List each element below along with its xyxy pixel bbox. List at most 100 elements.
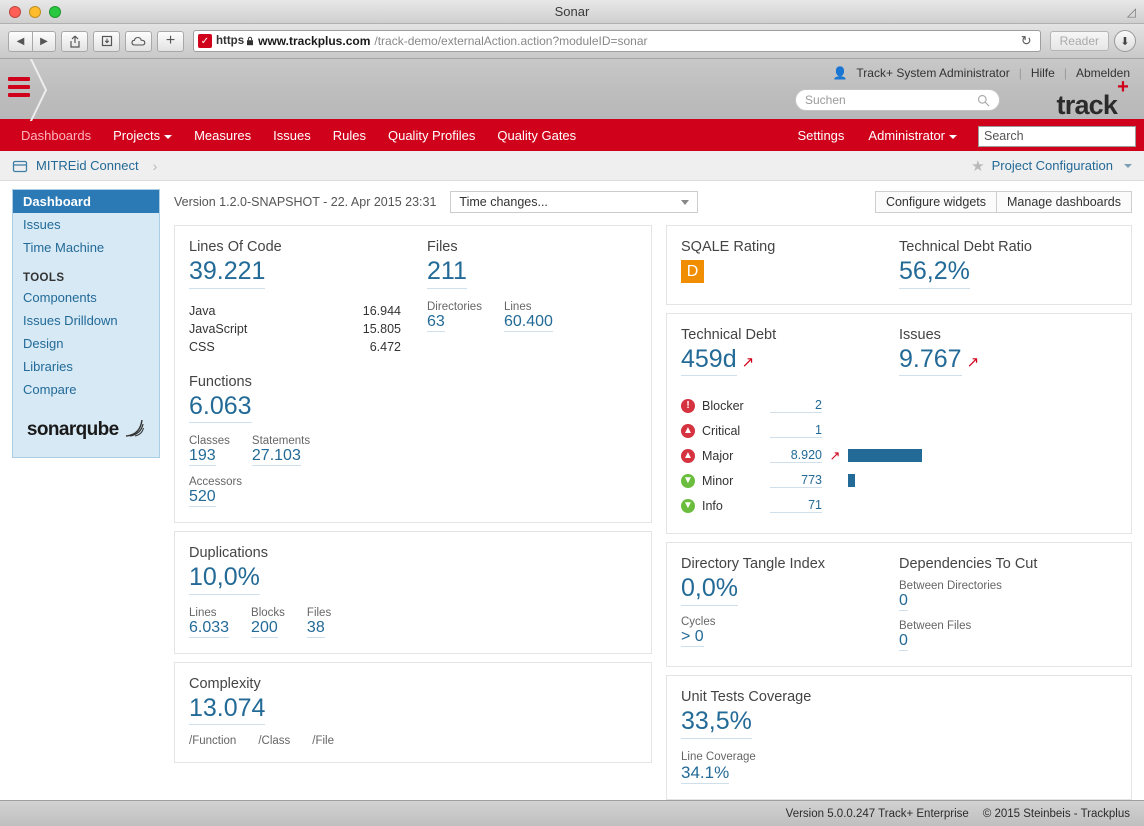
sqale-rating-badge[interactable]: D: [681, 260, 704, 283]
chevron-down-icon[interactable]: [1124, 164, 1132, 168]
sidebar-item-components[interactable]: Components: [13, 286, 159, 309]
ssl-check-icon: ✓: [198, 34, 212, 48]
complexity-value[interactable]: 13.074: [189, 694, 265, 726]
severity-count[interactable]: 8.920: [770, 448, 822, 463]
widget-duplications: Duplications 10,0% Lines 6.033 Blocks 20…: [174, 531, 652, 654]
cycles-value[interactable]: > 0: [681, 628, 704, 647]
address-bar[interactable]: ✓ https www.trackplus.com/track-demo/ext…: [193, 30, 1041, 52]
statements-value[interactable]: 27.103: [252, 447, 301, 466]
status-version: Version 5.0.0.247 Track+ Enterprise: [786, 808, 969, 820]
sonarqube-logo: sonarqube: [13, 401, 159, 445]
icloud-tabs-icon[interactable]: [125, 31, 152, 52]
reader-button[interactable]: Reader: [1050, 31, 1109, 51]
nav-item-administrator[interactable]: Administrator: [857, 121, 968, 151]
unit-tests-coverage-value[interactable]: 33,5%: [681, 707, 752, 739]
time-changes-select[interactable]: Time changes...: [450, 191, 698, 213]
technical-debt-ratio-value[interactable]: 56,2%: [899, 257, 970, 289]
complexity-per-file-label: /File: [312, 735, 334, 747]
person-icon: 👤: [832, 66, 847, 80]
lines-of-code-value[interactable]: 39.221: [189, 257, 265, 289]
nav-item-projects[interactable]: Projects: [102, 121, 183, 151]
line-coverage-value[interactable]: 34.1%: [681, 763, 729, 784]
reading-list-icon[interactable]: [93, 31, 120, 52]
between-files-value[interactable]: 0: [899, 632, 908, 651]
trackplus-search-input[interactable]: [805, 93, 977, 107]
functions-value[interactable]: 6.063: [189, 392, 252, 424]
severity-count[interactable]: 71: [770, 498, 822, 513]
sonar-search-box[interactable]: [978, 126, 1136, 147]
functions-sub-metrics: Classes 193 Statements 27.103: [189, 435, 637, 466]
sidebar-item-design[interactable]: Design: [13, 332, 159, 355]
share-icon[interactable]: [61, 31, 88, 52]
url-host: www.trackplus.com: [258, 34, 370, 48]
fullscreen-icon[interactable]: ◿: [1127, 5, 1136, 19]
sidebar-item-libraries[interactable]: Libraries: [13, 355, 159, 378]
trackplus-search-box[interactable]: [795, 89, 1000, 111]
minor-icon: ▼: [681, 474, 695, 488]
between-directories-value[interactable]: 0: [899, 592, 908, 611]
classes-label: Classes: [189, 435, 230, 447]
nav-item-projects-label: Projects: [113, 128, 160, 143]
sidebar-item-time-machine[interactable]: Time Machine: [13, 236, 159, 259]
duplicated-blocks-label: Blocks: [251, 607, 285, 619]
lines-value[interactable]: 60.400: [504, 313, 553, 332]
dashboard-action-buttons: Configure widgets Manage dashboards: [875, 191, 1132, 213]
duplicated-blocks-value[interactable]: 200: [251, 619, 278, 638]
help-link[interactable]: Hilfe: [1031, 66, 1055, 80]
classes-value[interactable]: 193: [189, 447, 216, 466]
manage-dashboards-button[interactable]: Manage dashboards: [997, 191, 1132, 213]
duplications-value[interactable]: 10,0%: [189, 563, 260, 595]
new-tab-button[interactable]: +: [157, 31, 184, 52]
downloads-icon[interactable]: ⬇: [1114, 30, 1136, 52]
reload-icon[interactable]: ↻: [1017, 33, 1036, 49]
breadcrumb-project-link[interactable]: MITREid Connect: [36, 158, 139, 173]
star-icon[interactable]: ★: [971, 157, 984, 175]
duplicated-files-value[interactable]: 38: [307, 619, 325, 638]
issues-value[interactable]: 9.767: [899, 345, 962, 377]
duplicated-lines-value[interactable]: 6.033: [189, 619, 229, 638]
severity-count[interactable]: 773: [770, 473, 822, 488]
https-label: https: [216, 35, 254, 47]
technical-debt-value[interactable]: 459d: [681, 345, 737, 377]
url-path: /track-demo/externalAction.action?module…: [374, 34, 647, 48]
lines-of-code-block: Lines Of Code 39.221 Java 16.944 JavaScr…: [189, 239, 427, 356]
sidebar-item-compare[interactable]: Compare: [13, 378, 159, 401]
nav-item-rules[interactable]: Rules: [322, 121, 377, 151]
logo-text: track: [1057, 90, 1118, 120]
forward-button[interactable]: ▶: [32, 31, 56, 52]
functions-block: Functions 6.063 Classes 193 Statements 2…: [189, 374, 637, 508]
severity-count[interactable]: 1: [770, 423, 822, 438]
trend-up-arrow-icon: ↗: [967, 353, 980, 371]
severity-label: Info: [702, 499, 770, 513]
sidebar-item-dashboard[interactable]: Dashboard: [13, 190, 159, 213]
widget-design: Directory Tangle Index 0,0% Cycles > 0 D…: [666, 542, 1132, 667]
files-value[interactable]: 211: [427, 257, 467, 289]
accessors-value[interactable]: 520: [189, 488, 216, 507]
classes-metric: Classes 193: [189, 435, 230, 466]
complexity-title: Complexity: [189, 676, 637, 692]
nav-item-measures[interactable]: Measures: [183, 121, 262, 151]
project-configuration-link[interactable]: Project Configuration: [992, 158, 1113, 173]
sonar-search-input[interactable]: [979, 127, 1135, 146]
nav-item-quality-profiles[interactable]: Quality Profiles: [377, 121, 486, 151]
severity-count[interactable]: 2: [770, 398, 822, 413]
between-directories-label: Between Directories: [899, 580, 1117, 592]
trackplus-logo: track+: [1057, 87, 1128, 121]
trackplus-header: 👤 Track+ System Administrator | Hilfe | …: [0, 59, 1144, 121]
nav-item-dashboards[interactable]: Dashboards: [10, 121, 102, 151]
configure-widgets-button[interactable]: Configure widgets: [875, 191, 997, 213]
lock-icon: [246, 36, 254, 46]
sonarqube-logo-light: qube: [76, 419, 119, 440]
sidebar-item-issues-drilldown[interactable]: Issues Drilldown: [13, 309, 159, 332]
files-block: Files 211 Directories 63 Lines: [427, 239, 637, 356]
nav-item-settings[interactable]: Settings: [786, 121, 855, 151]
between-files-label: Between Files: [899, 620, 1117, 632]
severity-bar: [848, 449, 922, 462]
major-icon: ▲: [681, 449, 695, 463]
nav-item-issues[interactable]: Issues: [262, 121, 322, 151]
sidebar-item-issues[interactable]: Issues: [13, 213, 159, 236]
tangle-index-value[interactable]: 0,0%: [681, 574, 738, 606]
nav-item-quality-gates[interactable]: Quality Gates: [486, 121, 587, 151]
directories-value[interactable]: 63: [427, 313, 445, 332]
back-button[interactable]: ◀: [8, 31, 32, 52]
